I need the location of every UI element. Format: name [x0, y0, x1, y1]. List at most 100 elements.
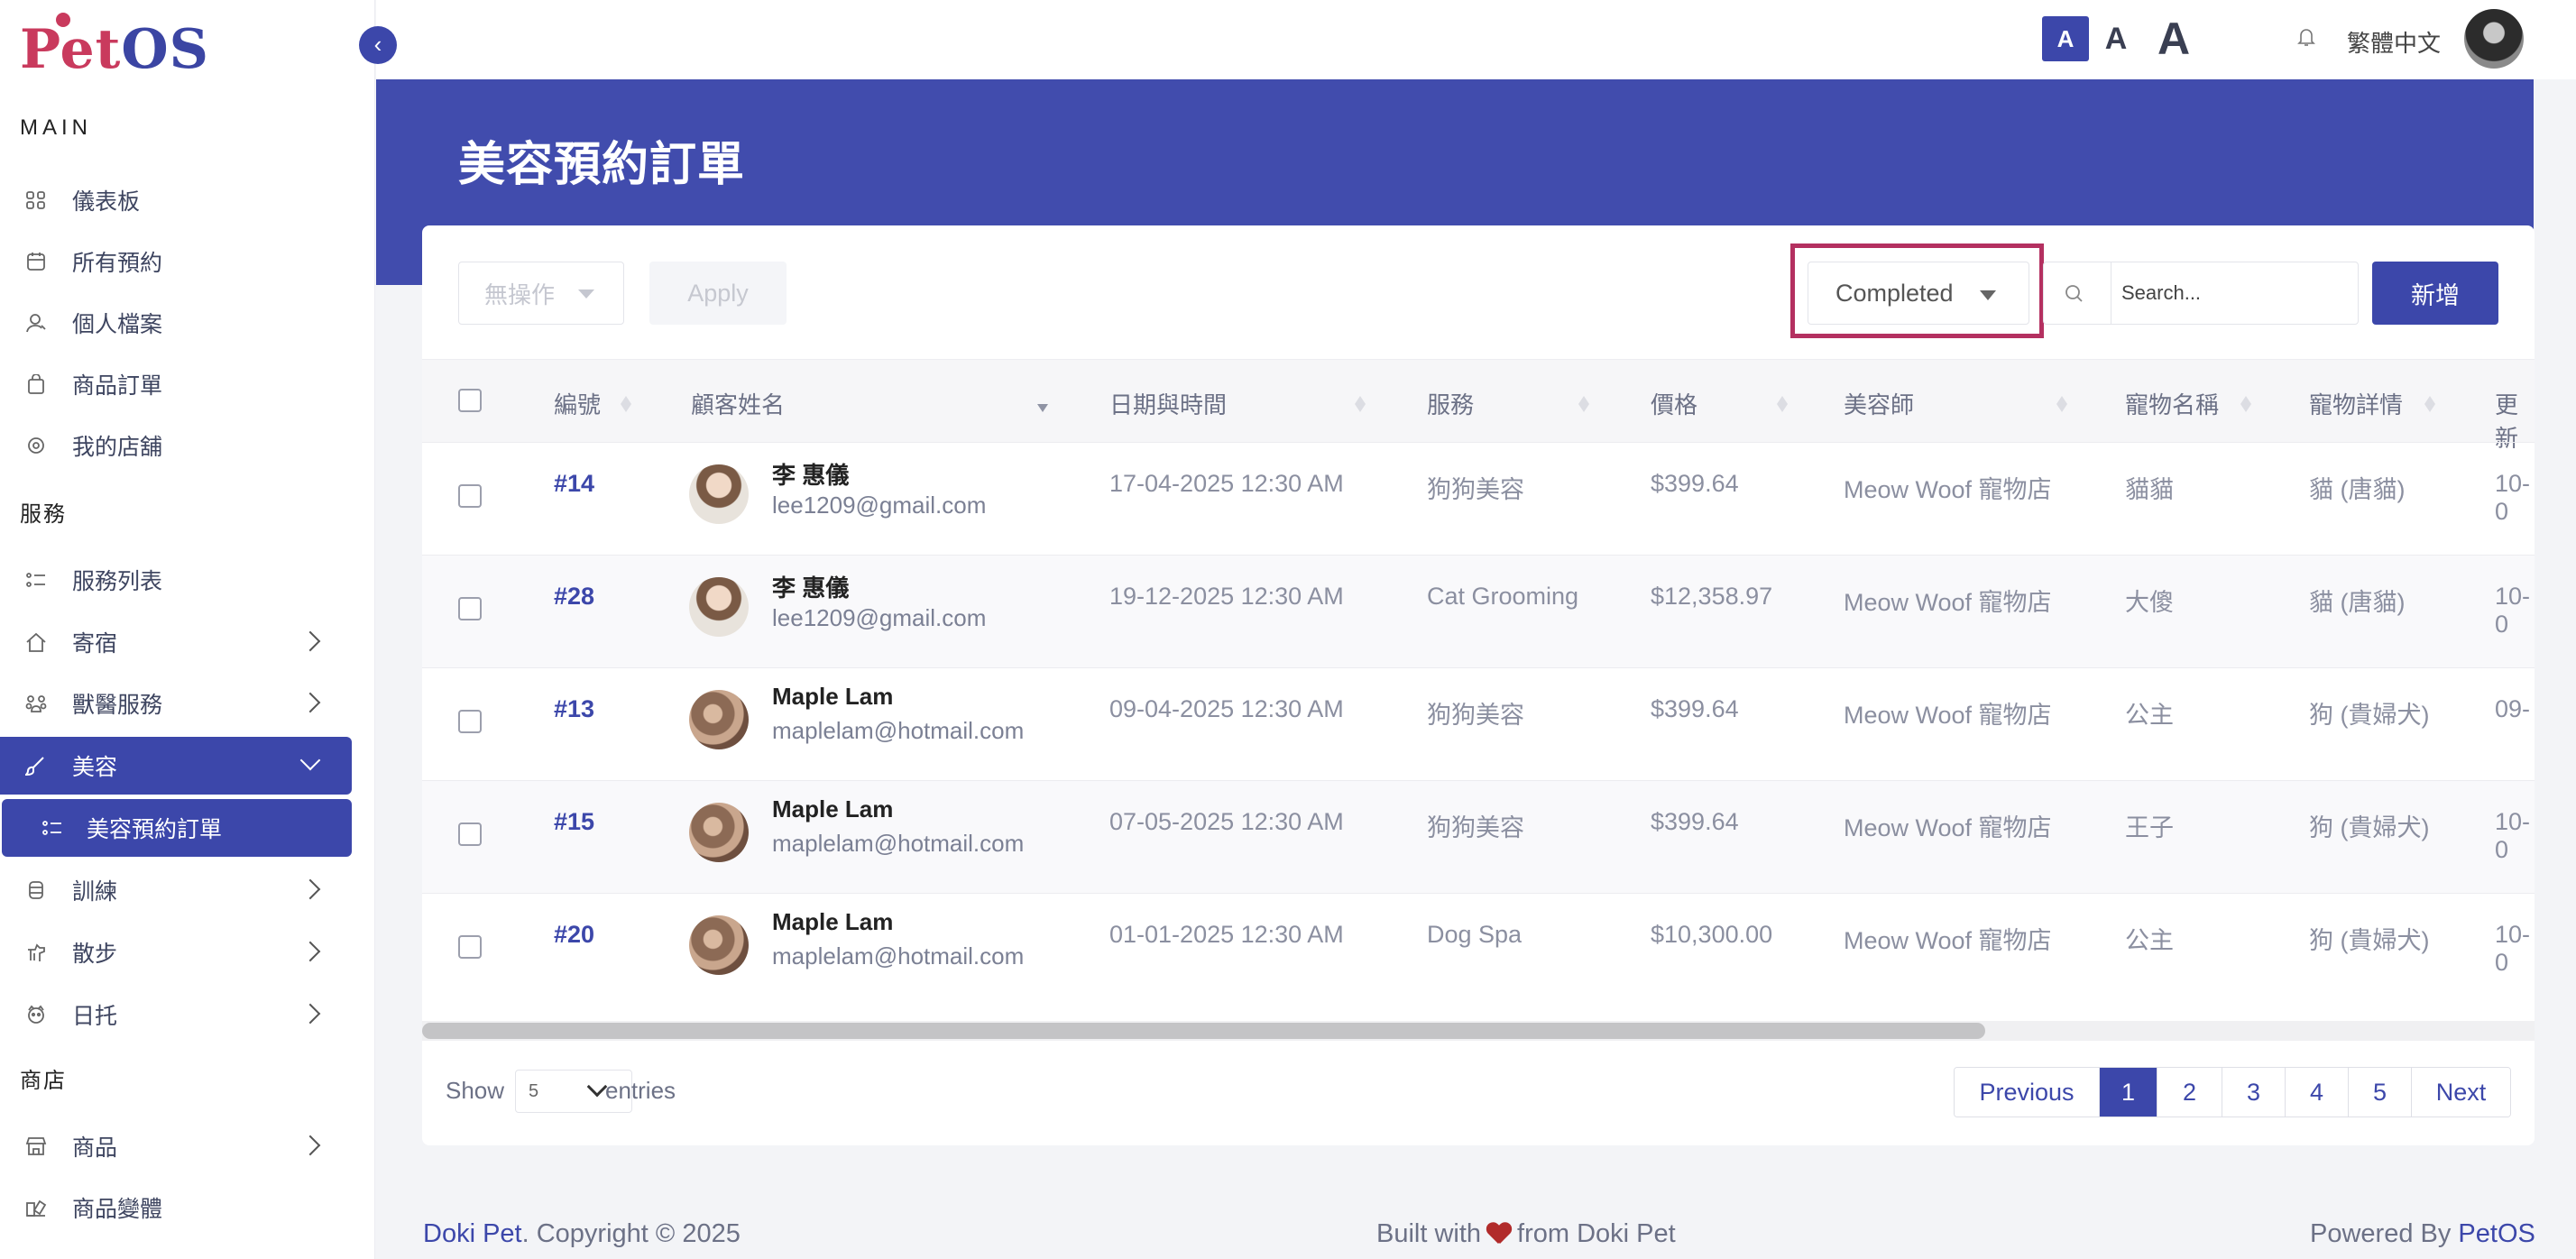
cell-updated: 10-0: [2495, 921, 2531, 976]
bulk-action-select[interactable]: 無操作: [458, 262, 624, 325]
row-checkbox[interactable]: [458, 710, 482, 733]
sidebar-item-training[interactable]: 訓練: [0, 861, 352, 919]
cell-id[interactable]: #14: [554, 470, 594, 498]
section-main-title: MAIN: [20, 115, 92, 140]
table-row[interactable]: #14 17-04-2025 12:30 AM 狗狗美容 $399.64 Meow Wo…: [422, 442, 2535, 555]
collapse-sidebar-button[interactable]: ‹: [359, 26, 397, 64]
sidebar-item-label: 個人檔案: [72, 312, 163, 337]
cell-datetime: 09-04-2025 12:30 AM: [1109, 695, 1344, 722]
sidebar-item-profile[interactable]: 個人檔案: [0, 294, 352, 352]
chevron-left-icon: ‹: [373, 31, 382, 58]
pagination-page-1[interactable]: 1: [2099, 1068, 2157, 1117]
topbar: [376, 0, 2576, 79]
search-input[interactable]: [2121, 271, 2347, 315]
row-checkbox[interactable]: [458, 822, 482, 846]
petos-logo[interactable]: PetOS: [20, 13, 209, 81]
header-pet-detail[interactable]: 寵物詳情: [2309, 387, 2403, 420]
font-size-small-button[interactable]: A: [2042, 16, 2089, 61]
sidebar-item-grooming[interactable]: 美容: [0, 737, 352, 795]
sidebar-item-label: 美容預約訂單: [87, 817, 223, 842]
bell-icon[interactable]: [2296, 27, 2316, 47]
header-service[interactable]: 服務: [1427, 387, 1474, 420]
table-header: 編號 顧客姓名 日期與時間 服務 價格 美容師 寵物名稱 寵物詳情 更新: [422, 359, 2535, 452]
sidebar-item-all-bookings[interactable]: 所有預約: [0, 233, 352, 290]
font-size-medium-button[interactable]: A: [2098, 16, 2134, 61]
cell-id[interactable]: #20: [554, 921, 594, 949]
footer-built-with: Built with from Doki Pet: [1376, 1219, 1676, 1248]
header-groomer[interactable]: 美容師: [1844, 387, 1914, 420]
apply-button[interactable]: Apply: [649, 262, 787, 325]
daycare-icon: [28, 1005, 44, 1024]
sidebar-item-label: 獸醫服務: [72, 693, 163, 718]
table-row[interactable]: #20 01-01-2025 12:30 AM Dog Spa $10,300.00 M…: [422, 893, 2535, 1006]
customer-avatar: [689, 577, 749, 637]
customer-name: Maple Lam: [772, 795, 894, 822]
pagination-page-2[interactable]: 2: [2157, 1068, 2222, 1117]
cell-detail: 狗 (貴婦犬): [2309, 814, 2430, 841]
footer-petos-link[interactable]: PetOS: [2458, 1219, 2535, 1248]
sidebar-item-products[interactable]: 商品: [0, 1117, 352, 1175]
pagination-next[interactable]: Next: [2411, 1068, 2510, 1117]
pagination-page-3[interactable]: 3: [2222, 1068, 2285, 1117]
header-id[interactable]: 編號: [554, 387, 601, 420]
footer-powered-by: Powered By PetOS: [2310, 1219, 2535, 1248]
shop-icon: [28, 437, 44, 454]
cell-updated: 10-0: [2495, 470, 2531, 525]
row-checkbox[interactable]: [458, 484, 482, 508]
caret-down-icon: [1980, 290, 1996, 308]
header-datetime[interactable]: 日期與時間: [1109, 387, 1227, 420]
header-customer[interactable]: 顧客姓名: [691, 387, 785, 420]
vet-icon: [25, 695, 47, 712]
sidebar-item-label: 商品: [72, 1135, 118, 1161]
horizontal-scrollbar[interactable]: [422, 1021, 2535, 1041]
sidebar-item-variants[interactable]: 商品變體: [0, 1179, 352, 1236]
sidebar-item-product-orders[interactable]: 商品訂單: [0, 355, 352, 413]
sort-icon: [2423, 391, 2437, 414]
pagination-page-4[interactable]: 4: [2285, 1068, 2348, 1117]
sidebar-item-label: 我的店舖: [72, 435, 163, 460]
cell-service: 狗狗美容: [1427, 476, 1524, 503]
pagination-previous[interactable]: Previous: [1955, 1068, 2099, 1117]
add-button[interactable]: 新增: [2372, 262, 2498, 325]
row-checkbox[interactable]: [458, 597, 482, 620]
cell-price: $12,358.97: [1651, 583, 1773, 610]
header-pet-name[interactable]: 寵物名稱: [2125, 387, 2219, 420]
status-filter-select[interactable]: Completed: [1808, 262, 2029, 325]
chevron-right-icon: [299, 878, 321, 900]
sidebar-item-my-shop[interactable]: 我的店舖: [0, 417, 352, 474]
orders-card: 無操作 Apply Completed 新增 編號 顧客姓名 日期與時間 服務 …: [422, 225, 2535, 1145]
language-selector[interactable]: 繁體中文: [2347, 25, 2441, 59]
customer-email: maplelam@hotmail.com: [772, 942, 1025, 970]
calendar-icon: [27, 253, 45, 271]
footer-brand-link[interactable]: Doki Pet: [423, 1219, 522, 1248]
cell-updated: 09-: [2495, 695, 2531, 722]
sidebar-item-service-list[interactable]: 服務列表: [0, 551, 352, 609]
cell-id[interactable]: #13: [554, 695, 594, 723]
font-size-large-button[interactable]: A: [2150, 14, 2197, 64]
sidebar-item-walking[interactable]: 散步: [0, 924, 352, 981]
sidebar-item-dashboard[interactable]: 儀表板: [0, 171, 352, 229]
table-row[interactable]: #13 09-04-2025 12:30 AM 狗狗美容 $399.64 Meow Wo…: [422, 667, 2535, 780]
cell-id[interactable]: #28: [554, 583, 594, 611]
table-row[interactable]: #15 07-05-2025 12:30 AM 狗狗美容 $399.64 Meow Wo…: [422, 780, 2535, 893]
page-title: 美容預約訂單: [458, 139, 746, 191]
cell-datetime: 01-01-2025 12:30 AM: [1109, 921, 1344, 948]
cell-id[interactable]: #15: [554, 808, 594, 836]
scrollbar-thumb[interactable]: [422, 1023, 1985, 1039]
table-row[interactable]: #28 19-12-2025 12:30 AM Cat Grooming $12,35…: [422, 555, 2535, 667]
user-avatar[interactable]: [2464, 9, 2524, 69]
sidebar-item-grooming-orders[interactable]: 美容預約訂單: [2, 799, 352, 857]
cell-updated: 10-0: [2495, 583, 2531, 638]
cell-groomer: Meow Woof 寵物店: [1844, 702, 2052, 729]
header-price[interactable]: 價格: [1651, 387, 1697, 420]
sidebar-item-daycare[interactable]: 日托: [0, 986, 352, 1043]
select-all-checkbox[interactable]: [458, 389, 482, 412]
chevron-down-icon: [299, 749, 321, 771]
row-checkbox[interactable]: [458, 935, 482, 959]
sidebar-item-vet[interactable]: 獸醫服務: [0, 675, 352, 732]
cell-pet: 王子: [2125, 814, 2174, 841]
pagination-page-5[interactable]: 5: [2348, 1068, 2411, 1117]
entries-label: entries: [605, 1077, 676, 1104]
sidebar-item-boarding[interactable]: 寄宿: [0, 613, 352, 671]
customer-name: Maple Lam: [772, 908, 894, 935]
